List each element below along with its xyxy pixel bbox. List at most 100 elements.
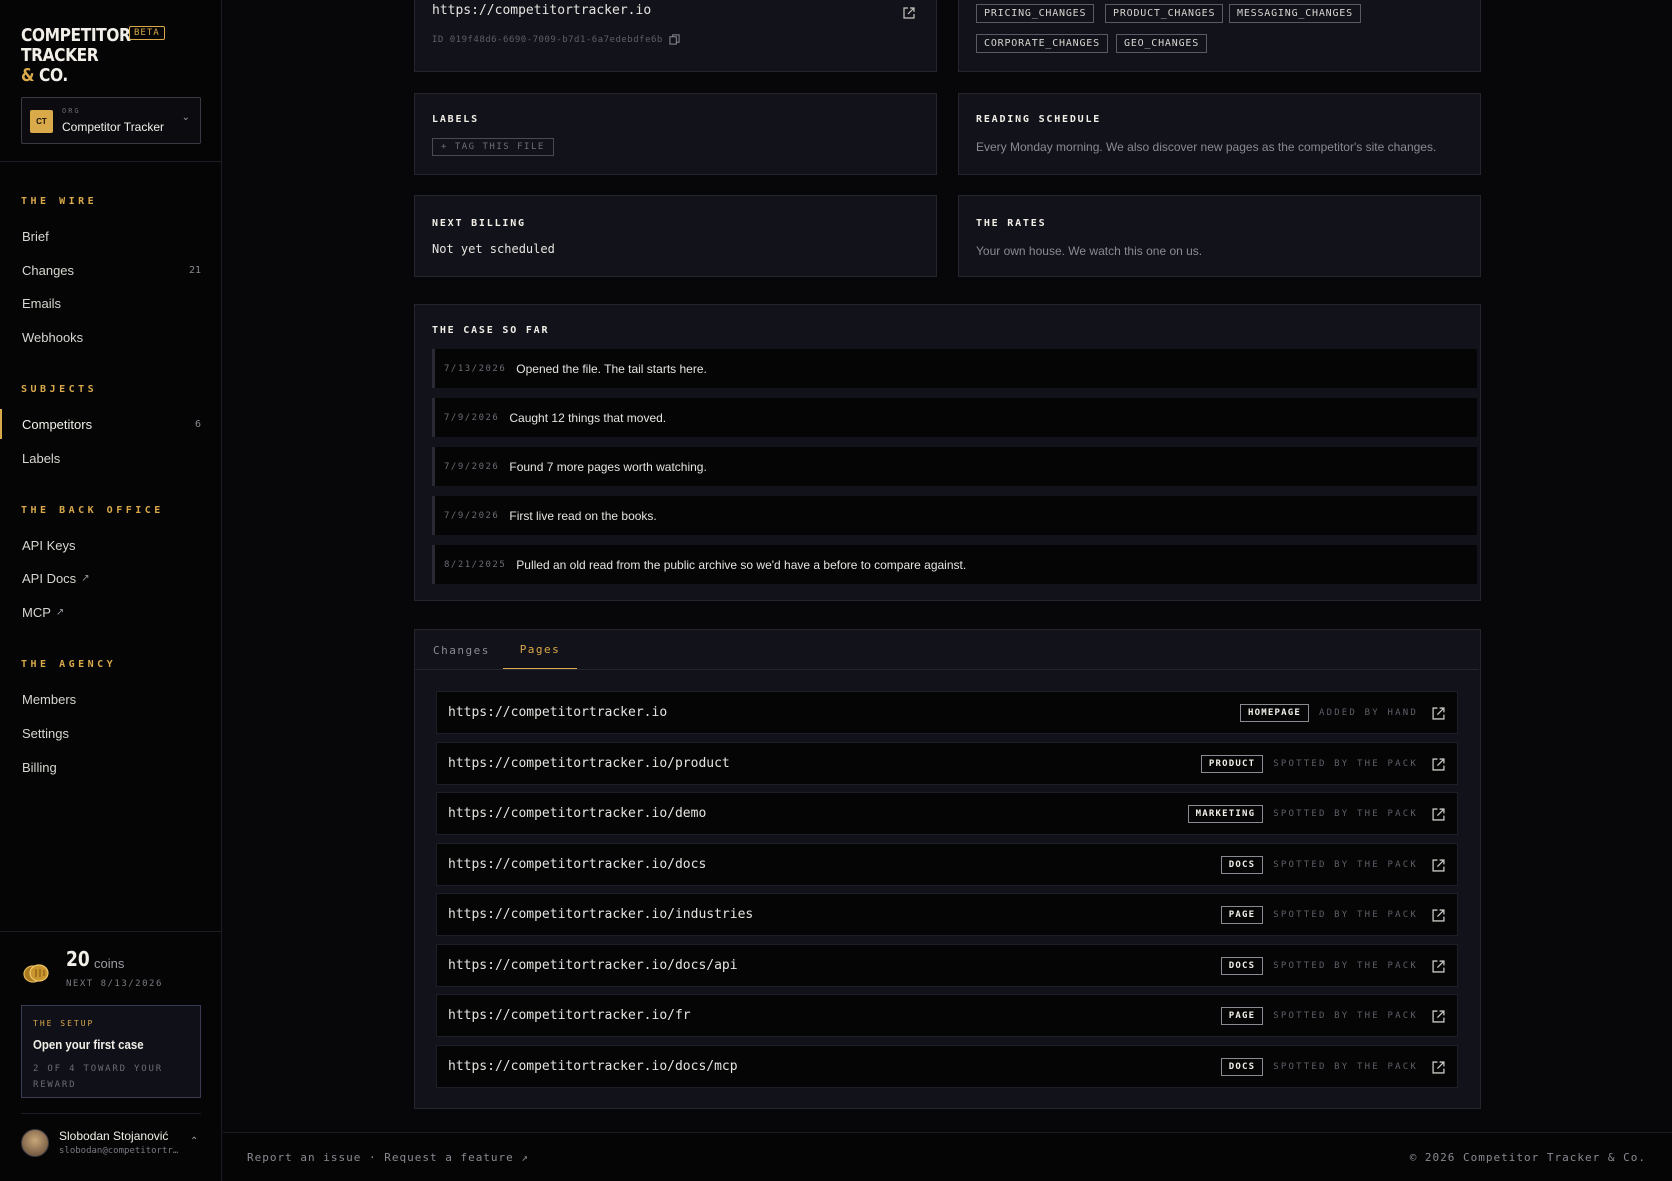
page-url[interactable]: https://competitortracker.io/industries	[448, 907, 753, 922]
timeline-date: 7/9/2026	[444, 412, 500, 423]
page-type-badge: DOCS	[1220, 856, 1264, 874]
timeline-item: 8/21/2025 Pulled an old read from the pub…	[432, 545, 1477, 584]
timeline-item: 7/13/2026 Opened the file. The tail start…	[432, 349, 1477, 388]
timeline-date: 7/9/2026	[444, 510, 500, 521]
report-issue-link[interactable]: Report an issue	[247, 1151, 361, 1164]
brand-line-2: TRACKER	[21, 45, 99, 66]
sidebar-item-competitors[interactable]: Competitors 6	[0, 409, 222, 439]
brand-line-1: COMPETITOR	[21, 25, 131, 46]
external-link-icon[interactable]	[1432, 1060, 1445, 1074]
sidebar-item-brief[interactable]: Brief	[0, 221, 222, 251]
rates-title: THE RATES	[976, 218, 1047, 229]
page-url[interactable]: https://competitortracker.io/docs	[448, 857, 706, 872]
page-source: SPOTTED BY THE PACK	[1273, 759, 1418, 769]
setup-title: Open your first case	[33, 1037, 144, 1052]
page-type-badge: DOCS	[1220, 1058, 1264, 1076]
sidebar-item-settings[interactable]: Settings	[0, 718, 222, 748]
page-type-badge: HOMEPAGE	[1240, 704, 1309, 722]
setup-kicker: THE SETUP	[33, 1019, 95, 1028]
page-url[interactable]: https://competitortracker.io/docs/mcp	[448, 1059, 738, 1074]
tab-pages[interactable]: Pages	[503, 630, 577, 670]
sidebar-item-mcp[interactable]: MCP ↗	[0, 597, 222, 627]
timeline-text: Opened the file. The tail starts here.	[516, 361, 707, 376]
reading-schedule-card: READING SCHEDULE Every Monday morning. W…	[958, 93, 1481, 175]
page-row[interactable]: https://competitortracker.io/demo MARKET…	[436, 792, 1458, 835]
external-link-icon[interactable]	[1432, 706, 1445, 720]
page-url[interactable]: https://competitortracker.io/docs/api	[448, 958, 738, 973]
footer-separator: ·	[368, 1151, 377, 1164]
external-link-icon[interactable]	[1432, 959, 1445, 973]
sidebar-item-api-keys[interactable]: API Keys	[0, 530, 222, 560]
sidebar-item-label: Settings	[22, 725, 69, 741]
page-url[interactable]: https://competitortracker.io/fr	[448, 1008, 691, 1023]
labels-card: LABELS + TAG THIS FILE	[414, 93, 937, 175]
brand-logo[interactable]: COMPETITOR TRACKER & CO.	[21, 26, 131, 86]
sidebar-item-billing[interactable]: Billing	[0, 752, 222, 782]
page-row[interactable]: https://competitortracker.io/docs/api DO…	[436, 944, 1458, 987]
page-source: SPOTTED BY THE PACK	[1273, 1011, 1418, 1021]
sidebar-item-changes[interactable]: Changes 21	[0, 255, 222, 285]
competitor-id: ID 019f48d6-6690-7009-b7d1-6a7edebdfe6b	[432, 35, 663, 45]
monitor-tag: MESSAGING_CHANGES	[1229, 4, 1361, 23]
sidebar-item-labels[interactable]: Labels	[0, 443, 222, 473]
chevron-up-icon[interactable]: ⌃	[190, 1136, 198, 1147]
page-url[interactable]: https://competitortracker.io/demo	[448, 806, 706, 821]
page-source: SPOTTED BY THE PACK	[1273, 860, 1418, 870]
setup-progress: 2 OF 4 TOWARD YOUR REWARD	[33, 1064, 163, 1090]
sidebar-item-api-docs[interactable]: API Docs ↗	[0, 563, 222, 593]
copyright: © 2026 Competitor Tracker & Co.	[1409, 1151, 1646, 1164]
page-row[interactable]: https://competitortracker.io HOMEPAGE ADD…	[436, 691, 1458, 734]
org-name: Competitor Tracker	[62, 120, 165, 134]
nav-section-back-office: THE BACK OFFICE	[21, 505, 164, 516]
external-link-icon[interactable]	[903, 7, 915, 19]
page-url[interactable]: https://competitortracker.io	[448, 705, 667, 720]
external-link-icon[interactable]	[1432, 858, 1445, 872]
page-row[interactable]: https://competitortracker.io/docs DOCS SP…	[436, 843, 1458, 886]
sidebar-item-emails[interactable]: Emails	[0, 288, 222, 318]
add-label-button[interactable]: + TAG THIS FILE	[432, 138, 554, 156]
sidebar: COMPETITOR TRACKER & CO. BETA CT ORG Com…	[0, 0, 222, 1181]
timeline-text: Found 7 more pages worth watching.	[509, 459, 707, 474]
sidebar-divider	[0, 931, 222, 932]
tab-changes[interactable]: Changes	[433, 630, 490, 670]
user-name[interactable]: Slobodan Stojanović	[59, 1129, 168, 1143]
org-avatar: CT	[30, 110, 53, 133]
sidebar-divider	[0, 161, 222, 162]
copy-icon[interactable]	[669, 34, 680, 45]
request-feature-link[interactable]: Request a feature ↗	[384, 1151, 529, 1164]
sidebar-item-members[interactable]: Members	[0, 684, 222, 714]
changes-count: 21	[188, 264, 201, 276]
page-row[interactable]: https://competitortracker.io/fr PAGE SPOT…	[436, 994, 1458, 1037]
monitor-tag: GEO_CHANGES	[1116, 34, 1208, 53]
timeline-item: 7/9/2026 First live read on the books.	[432, 496, 1477, 535]
competitor-url-card: https://competitortracker.io ID 019f48d6…	[414, 0, 937, 72]
sidebar-item-label: Competitors	[22, 416, 93, 432]
reading-schedule-title: READING SCHEDULE	[976, 114, 1102, 125]
org-switcher[interactable]: CT ORG Competitor Tracker ⌄	[21, 97, 201, 144]
page-type-badge: PAGE	[1220, 1007, 1264, 1025]
external-link-icon[interactable]	[1432, 1009, 1445, 1023]
monitor-tag: PRICING_CHANGES	[976, 4, 1095, 23]
external-link-icon[interactable]	[1432, 908, 1445, 922]
timeline-text: First live read on the books.	[509, 508, 657, 523]
monitor-types-card: PRICING_CHANGES PRODUCT_CHANGES MESSAGIN…	[958, 0, 1481, 72]
page-source: SPOTTED BY THE PACK	[1273, 1062, 1418, 1072]
timeline-item: 7/9/2026 Found 7 more pages worth watchin…	[432, 447, 1477, 486]
nav-section-subjects: SUBJECTS	[21, 384, 98, 395]
nav-section-agency: THE AGENCY	[21, 659, 117, 670]
rates-card: THE RATES Your own house. We watch this …	[958, 195, 1481, 277]
external-link-icon: ↗	[55, 606, 65, 618]
page-url[interactable]: https://competitortracker.io/product	[448, 756, 730, 771]
page-row[interactable]: https://competitortracker.io/industries …	[436, 893, 1458, 936]
setup-card[interactable]: THE SETUP Open your first case 2 OF 4 TO…	[21, 1005, 201, 1098]
page-row[interactable]: https://competitortracker.io/docs/mcp DO…	[436, 1045, 1458, 1088]
org-kicker: ORG	[62, 107, 81, 115]
labels-title: LABELS	[432, 114, 479, 125]
page-row[interactable]: https://competitortracker.io/product PRO…	[436, 742, 1458, 785]
external-link-icon[interactable]	[1432, 807, 1445, 821]
sidebar-item-webhooks[interactable]: Webhooks	[0, 322, 222, 352]
external-link-icon[interactable]	[1432, 757, 1445, 771]
page-source: ADDED BY HAND	[1318, 708, 1418, 718]
avatar[interactable]	[21, 1129, 49, 1157]
competitor-url[interactable]: https://competitortracker.io	[432, 3, 651, 18]
